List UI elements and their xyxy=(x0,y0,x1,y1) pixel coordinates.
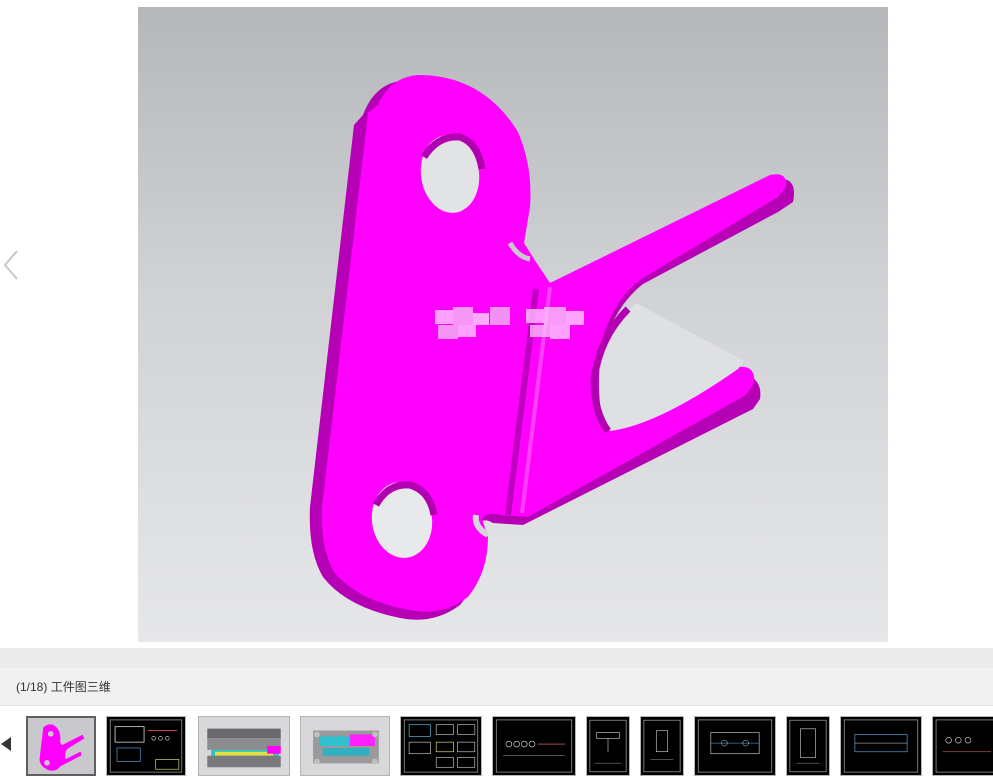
thumbnail-11[interactable] xyxy=(840,716,922,776)
thumbnail-12[interactable] xyxy=(932,716,993,776)
thumbnail-8[interactable] xyxy=(640,716,684,776)
image-counter: (1/18) xyxy=(16,680,51,694)
image-title: 工件图三维 xyxy=(50,680,111,694)
thumbnail-3[interactable] xyxy=(198,716,290,776)
thumbnail-strip xyxy=(0,706,993,776)
part-3d-render xyxy=(309,75,794,620)
viewer-separator xyxy=(0,648,993,668)
thumbnail-prev-button[interactable] xyxy=(0,736,12,752)
thumbnail-6[interactable] xyxy=(492,716,576,776)
thumbnail-5[interactable] xyxy=(400,716,482,776)
thumbnail-4[interactable] xyxy=(300,716,390,776)
thumbnail-9[interactable] xyxy=(694,716,776,776)
thumbnail-1[interactable] xyxy=(26,716,96,776)
chevron-left-icon xyxy=(3,250,18,280)
thumbnail-7[interactable] xyxy=(586,716,630,776)
main-image-part-3d xyxy=(138,7,888,642)
thumbnail-10[interactable] xyxy=(786,716,830,776)
image-caption: (1/18) 工件图三维 xyxy=(0,668,993,706)
thumbnail-2[interactable] xyxy=(106,716,186,776)
image-viewer xyxy=(0,0,993,648)
triangle-left-icon xyxy=(1,737,11,751)
prev-image-button[interactable] xyxy=(0,245,24,285)
